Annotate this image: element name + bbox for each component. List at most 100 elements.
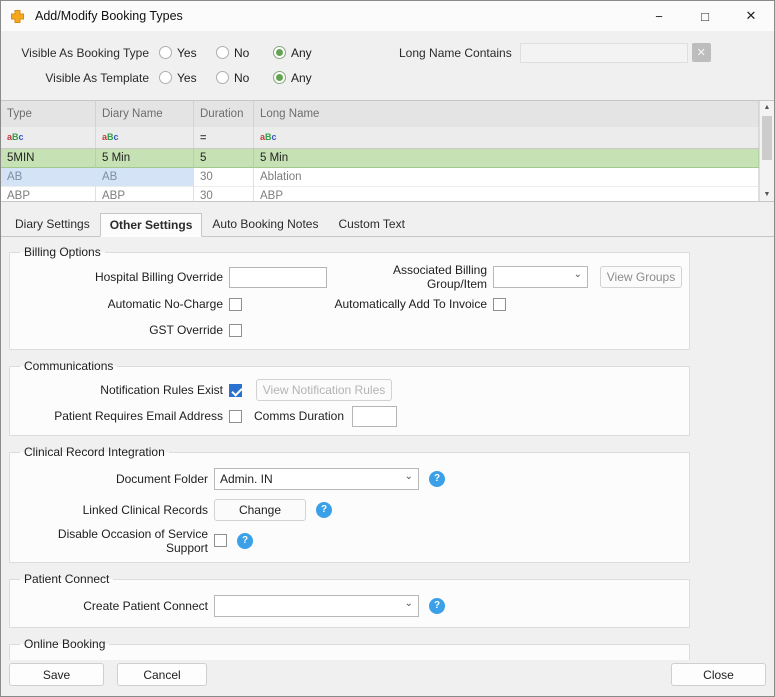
column-header-long-name[interactable]: Long Name [254,101,759,127]
associated-billing-group-dropdown[interactable]: ⌄ [493,266,588,288]
clinical-record-integration-title: Clinical Record Integration [24,445,165,459]
view-notification-rules-button[interactable]: View Notification Rules [256,379,392,401]
close-button[interactable]: Close [671,663,766,686]
scroll-up-icon[interactable]: ▲ [764,104,771,111]
online-booking-group: Online Booking Enabled for Online Bookin… [9,637,690,660]
window-title: Add/Modify Booking Types [35,9,183,23]
visible-as-template-radio-group: Yes No Any [159,71,330,85]
grid-header-row: Type Diary Name Duration Long Name [1,101,759,127]
create-patient-connect-dropdown[interactable]: ⌄ [214,594,419,617]
duration-filter-cell[interactable]: = [194,127,254,148]
close-window-button[interactable]: ✕ [728,1,774,31]
template-yes-radio[interactable]: Yes [159,71,216,85]
column-header-duration[interactable]: Duration [194,101,254,127]
diary-name-filter-cell[interactable]: aBc [96,127,194,148]
title-bar: Add/Modify Booking Types − □ ✕ [1,1,774,31]
associated-billing-group-label: Associated Billing Group/Item [392,263,487,291]
column-header-diary-name[interactable]: Diary Name [96,101,194,127]
maximize-button[interactable]: □ [682,1,728,31]
clinical-row-2: Linked Clinical Records Change ? [18,494,685,525]
chevron-down-icon: ⌄ [404,597,413,609]
notification-rules-exist-label: Notification Rules Exist [100,383,223,397]
auto-add-to-invoice-checkbox[interactable] [493,297,506,311]
clinical-row-1: Document Folder Admin. IN ⌄ ? [18,463,685,494]
settings-tabstrip: Diary Settings Other Settings Auto Booki… [1,207,774,237]
document-folder-label: Document Folder [115,471,208,486]
patient-requires-email-checkbox[interactable] [229,409,242,423]
text-filter-icon: aBc [260,132,277,142]
booking-type-yes-radio[interactable]: Yes [159,46,216,60]
long-name-filter-cell[interactable]: aBc [254,127,759,148]
clear-filter-icon[interactable]: ✕ [691,43,711,62]
save-button[interactable]: Save [9,663,104,686]
cell-long-name: ABP [254,187,759,201]
cell-type: ABP [1,187,96,201]
tab-auto-booking-notes[interactable]: Auto Booking Notes [202,212,328,236]
scroll-down-icon[interactable]: ▼ [764,191,771,198]
communications-row-2: Patient Requires Email Address Comms Dur… [18,403,685,429]
visible-as-booking-type-radio-group: Yes No Any [159,46,330,60]
cell-diary-name: AB [96,168,194,187]
template-no-radio[interactable]: No [216,71,273,85]
hospital-billing-override-label: Hospital Billing Override [94,270,223,284]
template-any-radio[interactable]: Any [273,71,330,85]
long-name-filter: Long Name Contains ✕ [399,42,711,63]
grid-row-5min[interactable]: 5MIN 5 Min 5 5 Min [1,149,759,168]
change-button[interactable]: Change [214,498,306,521]
linked-records-help-icon[interactable]: ? [316,501,332,518]
radio-label: No [234,70,250,85]
radio-checked-icon [273,71,286,84]
gst-override-checkbox[interactable] [229,323,242,337]
grid-row-ab[interactable]: AB AB 30 Ablation [1,168,759,187]
disable-oos-support-checkbox[interactable] [214,534,227,547]
disable-oos-help-icon[interactable]: ? [237,532,253,549]
comms-duration-input[interactable] [352,405,398,427]
text-filter-icon: aBc [102,132,119,142]
window-controls: − □ ✕ [636,1,774,31]
auto-add-to-invoice-label: Automatically Add To Invoice [334,297,487,311]
tab-other-settings[interactable]: Other Settings [99,213,203,237]
booking-type-no-radio[interactable]: No [216,46,273,60]
automatic-no-charge-label: Automatic No-Charge [107,297,223,311]
booking-type-any-radio[interactable]: Any [273,46,330,60]
view-groups-button[interactable]: View Groups [600,266,682,288]
patient-requires-email-label: Patient Requires Email Address [54,409,223,423]
visible-as-template-label: Visible As Template [45,70,149,85]
automatic-no-charge-checkbox[interactable] [229,297,242,311]
clinical-row-3: Disable Occasion of Service Support ? [18,525,685,556]
chevron-down-icon: ⌄ [404,470,413,482]
tab-custom-text[interactable]: Custom Text [328,212,414,236]
patient-connect-help-icon[interactable]: ? [429,597,445,614]
cell-duration: 30 [194,187,254,201]
linked-clinical-records-label: Linked Clinical Records [82,502,208,517]
notification-rules-exist-checkbox[interactable] [229,383,242,397]
radio-icon [159,46,172,59]
cell-type: AB [1,168,96,187]
document-folder-dropdown[interactable]: Admin. IN ⌄ [214,467,419,490]
cell-duration: 5 [194,149,254,168]
patient-connect-title: Patient Connect [24,572,110,586]
document-folder-value: Admin. IN [220,471,273,486]
grid-scrollbar[interactable]: ▲ ▼ [759,101,774,201]
column-header-type[interactable]: Type [1,101,96,127]
cancel-button[interactable]: Cancel [117,663,207,686]
plus-app-icon [10,8,26,24]
document-folder-help-icon[interactable]: ? [429,470,445,487]
patient-connect-group: Patient Connect Create Patient Connect ⌄… [9,572,690,628]
text-filter-icon: aBc [7,132,24,142]
disable-oos-support-label: Disable Occasion of Service Support [57,526,208,555]
billing-row-3: GST Override [18,317,685,343]
visible-as-booking-type-row: Visible As Booking Type Yes No Any Long … [1,40,774,65]
communications-row-1: Notification Rules Exist View Notificati… [18,377,685,403]
radio-label: Yes [177,45,197,60]
scroll-thumb[interactable] [762,116,772,160]
tab-diary-settings[interactable]: Diary Settings [5,212,100,236]
hospital-billing-override-input[interactable] [229,266,327,288]
comms-duration-label: Comms Duration [254,409,345,423]
grid-row-abp[interactable]: ABP ABP 30 ABP [1,187,759,201]
type-filter-cell[interactable]: aBc [1,127,96,148]
billing-row-2: Automatic No-Charge Automatically Add To… [18,291,685,317]
minimize-button[interactable]: − [636,1,682,31]
patient-connect-row: Create Patient Connect ⌄ ? [18,590,685,621]
long-name-contains-input[interactable] [519,42,688,63]
